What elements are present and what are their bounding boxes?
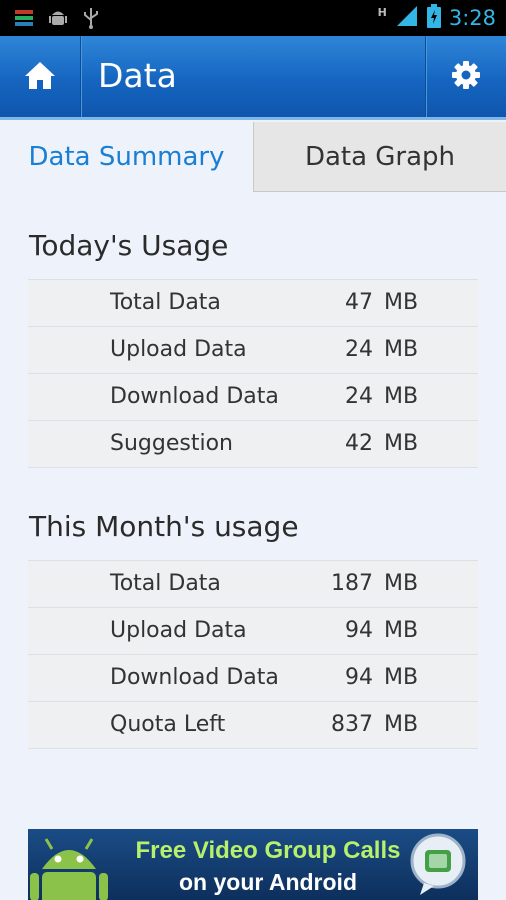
- row-value: 837: [331, 712, 373, 737]
- action-bar: Data: [0, 36, 506, 120]
- month-usage-heading: This Month's usage: [29, 510, 299, 543]
- video-chat-icon: [406, 833, 470, 900]
- tab-bar: Data Summary Data Graph: [0, 122, 506, 194]
- status-time: 3:28: [448, 6, 496, 30]
- status-bar: H 3:28: [0, 0, 506, 36]
- tab-data-summary[interactable]: Data Summary: [0, 122, 253, 192]
- row-label: Quota Left: [110, 712, 226, 737]
- table-row: Upload Data 94 MB: [28, 608, 478, 655]
- row-label: Download Data: [110, 665, 279, 690]
- ad-banner[interactable]: Free Video Group Calls on your Android: [28, 829, 478, 900]
- row-label: Suggestion: [110, 431, 233, 456]
- usb-icon: [82, 7, 100, 33]
- row-unit: MB: [384, 618, 419, 643]
- table-row: Total Data 187 MB: [28, 561, 478, 608]
- row-unit: MB: [384, 384, 419, 409]
- ad-subline: on your Android: [178, 869, 357, 895]
- gear-icon: [451, 60, 481, 94]
- row-label: Total Data: [110, 571, 221, 596]
- row-unit: MB: [384, 712, 419, 737]
- network-type-label: H: [377, 5, 387, 19]
- signal-icon: [395, 5, 419, 31]
- battery-charging-icon: [426, 4, 441, 32]
- home-button[interactable]: [0, 36, 81, 117]
- settings-button[interactable]: [425, 36, 506, 117]
- page-title: Data: [98, 56, 177, 95]
- table-row: Download Data 24 MB: [28, 374, 478, 421]
- row-value: 42: [345, 431, 373, 456]
- row-value: 24: [345, 384, 373, 409]
- row-label: Upload Data: [110, 618, 247, 643]
- row-unit: MB: [384, 290, 419, 315]
- row-label: Download Data: [110, 384, 279, 409]
- row-value: 47: [345, 290, 373, 315]
- app-notification-icon: [14, 8, 34, 32]
- home-icon: [24, 60, 56, 94]
- row-label: Upload Data: [110, 337, 247, 362]
- row-value: 94: [345, 665, 373, 690]
- row-unit: MB: [384, 665, 419, 690]
- table-row: Quota Left 837 MB: [28, 702, 478, 749]
- table-row: Suggestion 42 MB: [28, 421, 478, 468]
- month-usage-table: Total Data 187 MB Upload Data 94 MB Down…: [28, 560, 478, 749]
- table-row: Total Data 47 MB: [28, 280, 478, 327]
- row-value: 94: [345, 618, 373, 643]
- today-usage-table: Total Data 47 MB Upload Data 24 MB Downl…: [28, 279, 478, 468]
- table-row: Upload Data 24 MB: [28, 327, 478, 374]
- row-value: 187: [331, 571, 373, 596]
- ad-headline: Free Video Group Calls: [135, 837, 401, 864]
- row-unit: MB: [384, 431, 419, 456]
- row-label: Total Data: [110, 290, 221, 315]
- table-row: Download Data 94 MB: [28, 655, 478, 702]
- row-unit: MB: [384, 571, 419, 596]
- today-usage-heading: Today's Usage: [29, 229, 229, 262]
- row-value: 24: [345, 337, 373, 362]
- row-unit: MB: [384, 337, 419, 362]
- tab-data-graph[interactable]: Data Graph: [253, 122, 506, 192]
- android-debug-icon: [48, 7, 68, 33]
- android-robot-icon: [30, 835, 108, 900]
